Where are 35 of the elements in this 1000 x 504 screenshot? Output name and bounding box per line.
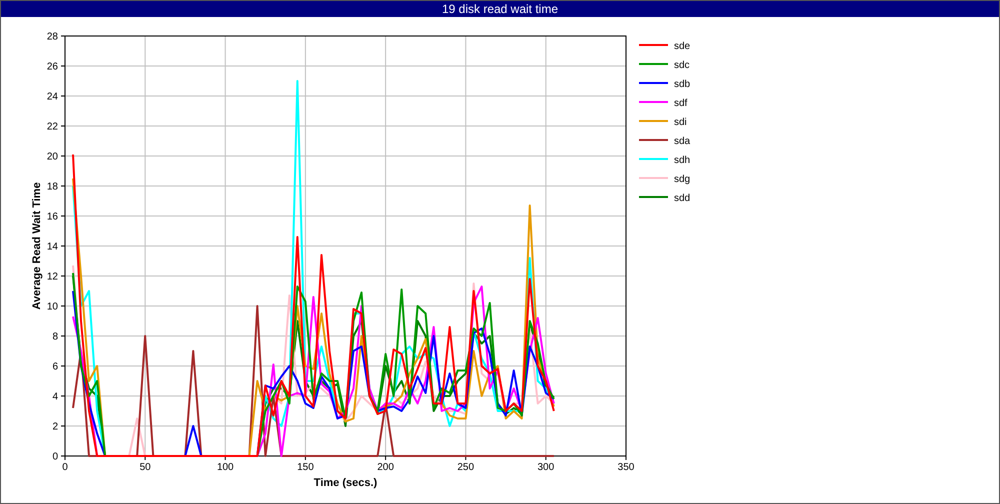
axis-tick-label: 4 bbox=[52, 392, 58, 402]
axis-tick-label: 12 bbox=[46, 272, 58, 282]
legend-label: sdf bbox=[674, 98, 688, 109]
axis-tick-label: 10 bbox=[46, 302, 58, 312]
window-title: 19 disk read wait time bbox=[442, 2, 558, 16]
axis-tick-label: 26 bbox=[46, 62, 58, 72]
legend-label: sdi bbox=[674, 117, 687, 128]
axis-tick-label: 24 bbox=[46, 92, 58, 102]
axis-title: Average Read Wait Time bbox=[31, 182, 43, 310]
legend-label: sde bbox=[674, 41, 690, 52]
axis-tick-label: 350 bbox=[618, 462, 634, 473]
legend-label: sdg bbox=[674, 174, 690, 185]
axis-tick-label: 0 bbox=[62, 462, 68, 473]
axis-tick-label: 16 bbox=[46, 212, 58, 222]
axis-tick-label: 14 bbox=[46, 242, 58, 252]
axis-tick-label: 0 bbox=[52, 452, 58, 462]
legend-label: sda bbox=[674, 136, 690, 147]
axis-tick-label: 200 bbox=[377, 462, 394, 473]
axis-tick-label: 8 bbox=[52, 332, 58, 342]
axis-tick-label: 20 bbox=[46, 152, 58, 162]
legend-label: sdb bbox=[674, 79, 690, 90]
axis-tick-label: 50 bbox=[140, 462, 151, 473]
axis-tick-label: 250 bbox=[457, 462, 474, 473]
axis-tick-label: 150 bbox=[297, 462, 314, 473]
axis-tick-label: 22 bbox=[46, 122, 58, 132]
legend-label: sdh bbox=[674, 155, 690, 166]
axis-tick-label: 18 bbox=[46, 182, 58, 192]
axis-tick-label: 300 bbox=[538, 462, 554, 473]
axis-tick-label: 2 bbox=[52, 422, 58, 432]
legend-label: sdc bbox=[674, 60, 690, 71]
axis-tick-label: 28 bbox=[46, 32, 58, 42]
legend-label: sdd bbox=[674, 193, 690, 204]
axis-tick-label: 6 bbox=[52, 362, 58, 372]
axis-tick-label: 100 bbox=[216, 462, 234, 473]
axis-title: Time (secs.) bbox=[314, 477, 378, 489]
